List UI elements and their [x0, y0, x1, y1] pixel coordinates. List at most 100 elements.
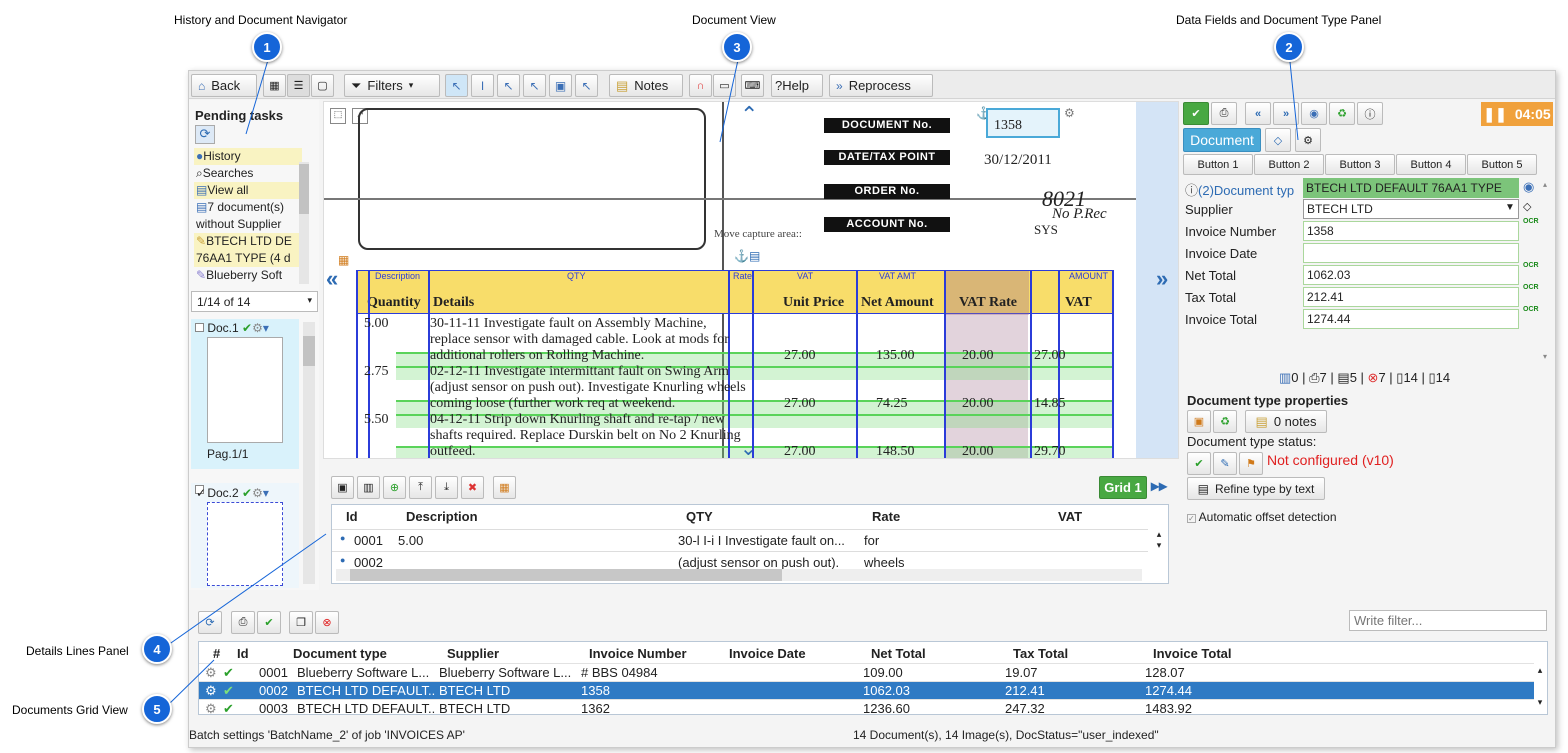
list-item-searches[interactable]: ⌕Searches: [194, 165, 302, 182]
gear-icon[interactable]: ⚙: [205, 701, 217, 717]
double-chevron-up-icon[interactable]: ⌃: [740, 102, 758, 128]
button-1[interactable]: Button 1: [1183, 154, 1253, 175]
keyboard-button[interactable]: ⌨: [741, 74, 764, 97]
recycle-icon[interactable]: ♻: [1213, 410, 1237, 433]
approve-icon[interactable]: ✔: [257, 611, 281, 634]
thumbnail-scrollbar[interactable]: [303, 322, 315, 584]
scroll-down-icon[interactable]: ▾: [1543, 352, 1547, 361]
anchor-tool-button[interactable]: ↖: [575, 74, 598, 97]
refresh-icon[interactable]: ⟳: [195, 125, 215, 144]
page-thumbnail[interactable]: [207, 502, 283, 586]
list-item-blueberry[interactable]: ✎Blueberry Soft: [194, 267, 302, 282]
gear-icon[interactable]: ⚙: [205, 683, 217, 699]
refine-type-button[interactable]: ▤ Refine type by text: [1187, 477, 1325, 500]
tab-document[interactable]: Document: [1183, 128, 1261, 152]
button-2[interactable]: Button 2: [1254, 154, 1324, 175]
select-tool-button[interactable]: ↖: [445, 74, 468, 97]
capture-area-document-no[interactable]: 1358: [986, 108, 1060, 138]
table-row[interactable]: ● 0002 (adjust sensor on push out). whee…: [332, 551, 1148, 569]
tag-icon[interactable]: ◇: [1265, 128, 1291, 152]
add-area-tool-button[interactable]: ↖: [523, 74, 546, 97]
layout-list-button[interactable]: ☰: [287, 74, 310, 97]
insert-above-icon[interactable]: ⤒: [409, 476, 432, 499]
field-input-net-total[interactable]: 1062.03: [1303, 265, 1519, 285]
reprocess-button[interactable]: » Reprocess: [829, 74, 933, 97]
column-header-net-total[interactable]: Net Total: [871, 646, 926, 661]
delete-row-icon[interactable]: ✖: [461, 476, 484, 499]
checkbox[interactable]: ✓: [195, 485, 206, 500]
tag-icon[interactable]: ◇: [1523, 200, 1531, 213]
document-thumbnail-2[interactable]: ✓ Doc.2 ✔⚙▾: [191, 483, 299, 588]
print-icon[interactable]: ⎙: [1211, 102, 1237, 125]
checkbox[interactable]: [195, 323, 204, 332]
save-icon[interactable]: ▣: [331, 476, 354, 499]
table-icon[interactable]: ▦: [338, 253, 349, 267]
table-row[interactable]: ● 0001 5.00 30-l I-i I Investigate fault…: [332, 529, 1148, 551]
add-row-icon[interactable]: ⊕: [383, 476, 406, 499]
pencil-icon[interactable]: ✎: [1213, 452, 1237, 475]
approve-icon[interactable]: ✔: [1187, 452, 1211, 475]
checkbox[interactable]: ✓: [1187, 514, 1196, 523]
table-row[interactable]: ⚙ ✔ 0003 BTECH LTD DEFAULT... BTECH LTD 1362 1…: [199, 699, 1534, 717]
next-grid-icon[interactable]: ▸▸: [1151, 476, 1167, 496]
column-header-qty[interactable]: QTY: [686, 509, 713, 524]
refresh-icon[interactable]: ⟳: [198, 611, 222, 634]
scroll-up-icon[interactable]: ▴: [1543, 180, 1547, 189]
table-row[interactable]: ⚙ ✔ 0001 Blueberry Software L... Blueberry S…: [199, 663, 1534, 681]
column-header-id[interactable]: Id: [237, 646, 249, 661]
list-item-btech-line2[interactable]: 76AA1 TYPE (4 d: [194, 250, 302, 267]
previous-document-icon[interactable]: «: [1245, 102, 1271, 125]
horizontal-scrollbar[interactable]: [336, 569, 1142, 581]
column-header-vat[interactable]: VAT: [1058, 509, 1082, 524]
double-chevron-down-icon[interactable]: ⌄: [740, 436, 757, 458]
flag-icon[interactable]: ⚑: [1239, 452, 1263, 475]
column-header-description[interactable]: Description: [406, 509, 478, 524]
info-icon[interactable]: ⓘ: [1357, 102, 1383, 125]
table-icon[interactable]: ▦: [493, 476, 516, 499]
fit-page-icon[interactable]: ⬚: [330, 108, 346, 124]
double-chevron-left-icon[interactable]: «: [326, 266, 338, 292]
field-input-invoice-total[interactable]: 1274.44: [1303, 309, 1519, 329]
detail-capture-header[interactable]: Description QTY Rate VAT VAT AMT AMOUNT …: [356, 270, 1114, 315]
dropdown-arrow-icon[interactable]: ▼: [1505, 202, 1515, 213]
document-pager[interactable]: 1/14 of 14 ▾: [191, 291, 318, 312]
pointer-tool-button[interactable]: ↖: [497, 74, 520, 97]
delete-icon[interactable]: ⊗: [315, 611, 339, 634]
column-header-invoice-number[interactable]: Invoice Number: [589, 646, 687, 661]
list-item-view-all[interactable]: ▤View all: [194, 182, 302, 199]
column-header-document-type[interactable]: Document type: [293, 646, 387, 661]
export-icon[interactable]: ▥: [357, 476, 380, 499]
back-button[interactable]: ⌂ Back: [191, 74, 257, 97]
document-type-field[interactable]: BTECH LTD DEFAULT 76AA1 TYPE: [1303, 178, 1519, 198]
next-document-icon[interactable]: »: [1273, 102, 1299, 125]
column-header-tax-total[interactable]: Tax Total: [1013, 646, 1068, 661]
magnet-button[interactable]: ∩: [689, 74, 712, 97]
column-header-invoice-date[interactable]: Invoice Date: [729, 646, 806, 661]
area-tool-button[interactable]: ▣: [549, 74, 572, 97]
document-view[interactable]: ⬚ ↗ ⌃ DOCUMENT No. DATE/TAX POINT ORDER …: [323, 101, 1179, 459]
list-item-btech[interactable]: ✎BTECH LTD DE: [194, 233, 302, 250]
eye-icon[interactable]: ◉: [1523, 179, 1534, 195]
grid-1-button[interactable]: Grid 1: [1099, 476, 1147, 499]
field-input-tax-total[interactable]: 212.41: [1303, 287, 1519, 307]
button-4[interactable]: Button 4: [1396, 154, 1466, 175]
notes-button[interactable]: ▤ 0 notes: [1245, 410, 1327, 433]
column-header-invoice-total[interactable]: Invoice Total: [1153, 646, 1232, 661]
eye-icon[interactable]: ◉: [1301, 102, 1327, 125]
fit-button[interactable]: ▭: [713, 74, 736, 97]
list-scrollbar[interactable]: [299, 162, 309, 284]
help-button[interactable]: ?Help: [771, 74, 823, 97]
table-row[interactable]: ⚙ ✔ 0002 BTECH LTD DEFAULT... BTECH LTD 1358 1…: [199, 681, 1534, 699]
list-item-history[interactable]: ●History: [194, 148, 302, 165]
copy-icon[interactable]: ❐: [289, 611, 313, 634]
layout-panel-button[interactable]: ▢: [311, 74, 334, 97]
column-header-supplier[interactable]: Supplier: [447, 646, 499, 661]
recycle-icon[interactable]: ♻: [1329, 102, 1355, 125]
insert-below-icon[interactable]: ⤓: [435, 476, 458, 499]
page-thumbnail[interactable]: [207, 337, 283, 443]
button-5[interactable]: Button 5: [1467, 154, 1537, 175]
column-header-index[interactable]: #: [213, 646, 220, 661]
validate-check-icon[interactable]: ✔: [1183, 102, 1209, 125]
double-chevron-right-icon[interactable]: »: [1156, 266, 1168, 292]
text-select-tool-button[interactable]: I: [471, 74, 494, 97]
